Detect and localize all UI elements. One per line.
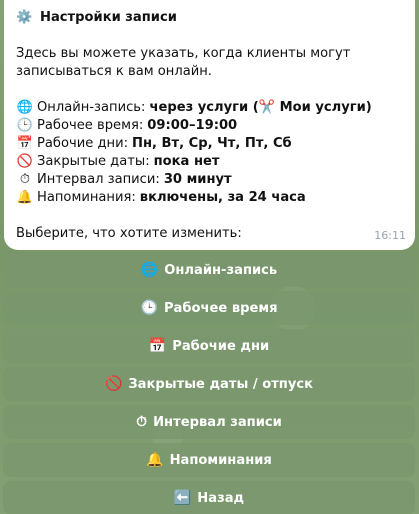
message-prompt: Выберите, что хотите изменить:	[16, 226, 242, 241]
button-label: Назад	[197, 490, 245, 506]
setting-row-interval: ⏱ Интервал записи: 30 минут	[16, 171, 403, 189]
button-label: Рабочее время	[163, 300, 278, 316]
setting-value: 09:00–19:00	[147, 118, 238, 133]
booking-interval-button[interactable]: ⏱ Интервал записи	[3, 405, 415, 439]
setting-label: Закрытые даты:	[37, 154, 150, 169]
setting-row-online: 🌐 Онлайн-запись: через услуги (✂️ Мои ус…	[16, 99, 403, 117]
setting-value: пока нет	[153, 154, 220, 169]
setting-value: Пн, Вт, Ср, Чт, Пт, Сб	[132, 136, 292, 151]
stopwatch-icon: ⏱	[136, 414, 148, 430]
online-booking-button[interactable]: 🌐 Онлайн-запись	[3, 253, 415, 287]
message-bubble: ⚙️ Настройки записи Здесь вы можете указ…	[4, 0, 415, 250]
button-label: Онлайн-запись	[164, 262, 278, 278]
stopwatch-icon: ⏱	[19, 172, 31, 187]
button-label: Рабочие дни	[172, 338, 270, 354]
back-button[interactable]: ⬅️ Назад	[3, 481, 415, 514]
globe-icon: 🌐	[140, 262, 159, 278]
setting-label: Напоминания:	[37, 190, 136, 205]
message-title: ⚙️ Настройки записи	[16, 9, 403, 27]
setting-value: включены, за 24 часа	[139, 190, 306, 205]
setting-label: Интервал записи:	[37, 172, 160, 187]
calendar-icon: 📅	[16, 136, 34, 151]
clock-icon: 🕒	[16, 118, 34, 133]
setting-label: Онлайн-запись:	[37, 100, 146, 115]
bell-icon: 🔔	[146, 452, 164, 468]
reminders-button[interactable]: 🔔 Напоминания	[3, 443, 415, 477]
no-entry-icon: 🚫	[16, 154, 34, 169]
message-intro: Здесь вы можете указать, когда клиенты м…	[16, 46, 351, 79]
setting-label: Рабочие дни:	[37, 136, 129, 151]
settings-list: 🌐 Онлайн-запись: через услуги (✂️ Мои ус…	[16, 99, 403, 207]
working-hours-button[interactable]: 🕒 Рабочее время	[3, 291, 415, 325]
setting-value: через услуги (✂️ Мои услуги)	[149, 100, 372, 115]
message-title-text: Настройки записи	[40, 10, 177, 25]
setting-label: Рабочее время:	[37, 118, 144, 133]
setting-row-closed-dates: 🚫 Закрытые даты: пока нет	[16, 153, 403, 171]
back-arrow-icon: ⬅️	[173, 490, 192, 506]
globe-icon: 🌐	[16, 100, 34, 115]
calendar-icon: 📅	[148, 338, 167, 354]
setting-row-days: 📅 Рабочие дни: Пн, Вт, Ср, Чт, Пт, Сб	[16, 135, 403, 153]
button-label: Напоминания	[169, 452, 272, 468]
setting-value: 30 минут	[163, 172, 232, 187]
working-days-button[interactable]: 📅 Рабочие дни	[3, 329, 415, 363]
button-label: Закрытые даты / отпуск	[128, 376, 314, 392]
message-timestamp: 16:11	[374, 229, 406, 242]
setting-row-hours: 🕒 Рабочее время: 09:00–19:00	[16, 117, 403, 135]
no-entry-icon: 🚫	[104, 376, 123, 392]
gear-icon: ⚙️	[16, 10, 33, 25]
bell-icon: 🔔	[16, 190, 34, 205]
closed-dates-button[interactable]: 🚫 Закрытые даты / отпуск	[3, 367, 415, 401]
setting-row-reminders: 🔔 Напоминания: включены, за 24 часа	[16, 189, 403, 207]
clock-icon: 🕒	[140, 300, 158, 316]
button-label: Интервал записи	[153, 414, 282, 430]
